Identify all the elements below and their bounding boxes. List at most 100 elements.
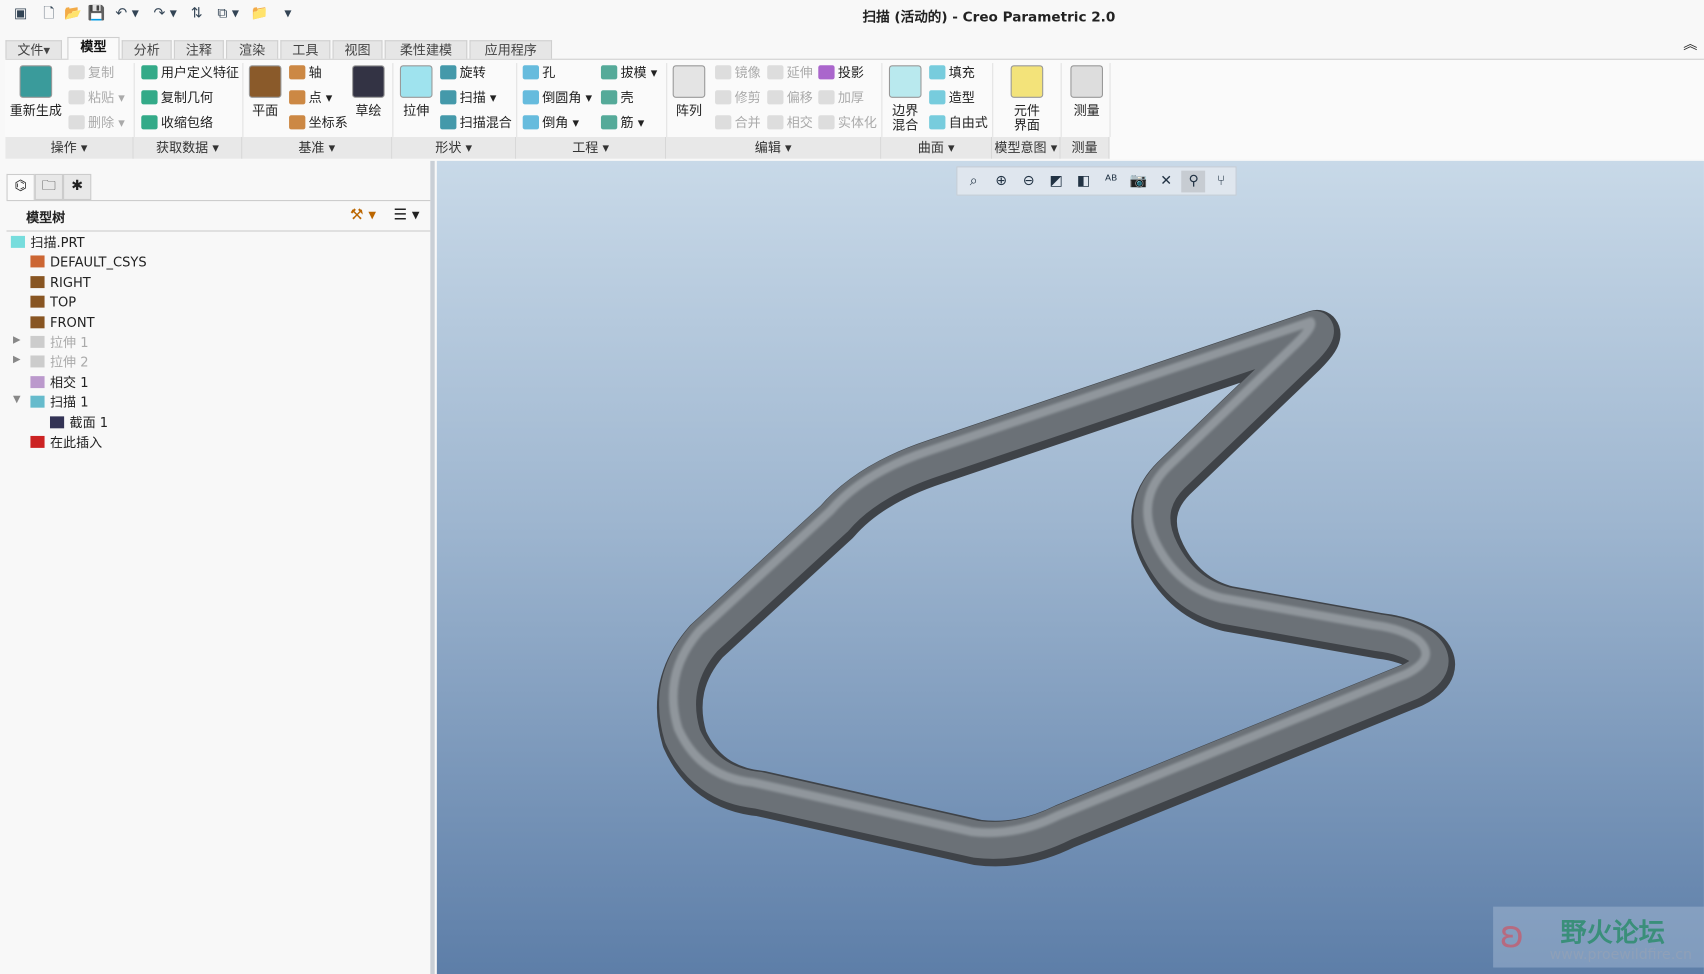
- ribbon-button-19[interactable]: 修剪: [715, 88, 761, 108]
- tab-3[interactable]: 注释: [173, 40, 224, 59]
- ribbon-button-15[interactable]: 拔模 ▾: [600, 63, 657, 83]
- ribbon-group-label-6[interactable]: 曲面 ▾: [881, 136, 993, 159]
- app-icon[interactable]: ▣: [11, 4, 31, 24]
- redo-icon[interactable]: ↷ ▾: [149, 4, 182, 24]
- ribbon-group-label-3[interactable]: 形状 ▾: [392, 136, 517, 159]
- ribbon-button-0[interactable]: 复制: [68, 63, 114, 83]
- big-button-icon: [19, 65, 53, 98]
- big-button-6[interactable]: 元件界面: [1006, 65, 1047, 132]
- tab-5[interactable]: 工具: [280, 40, 331, 59]
- datum-display-icon[interactable]: ✕: [1154, 171, 1178, 193]
- spin-center-icon[interactable]: ⑂: [1209, 171, 1233, 193]
- tab-4[interactable]: 渲染: [226, 40, 279, 59]
- big-button-0[interactable]: 重新生成: [9, 65, 63, 118]
- ribbon-group-label-8[interactable]: 测量: [1060, 136, 1110, 159]
- refit-icon[interactable]: ⌕: [962, 171, 986, 193]
- button-label: 孔: [542, 65, 556, 81]
- big-button-label: 拉伸: [403, 103, 430, 119]
- ribbon-button-17[interactable]: 筋 ▾: [600, 113, 644, 133]
- ribbon-button-23[interactable]: 相交: [767, 113, 813, 133]
- big-button-2[interactable]: 草绘: [348, 65, 389, 118]
- open-icon[interactable]: 📂: [63, 4, 83, 24]
- annotation-display-icon[interactable]: ⚲: [1181, 170, 1206, 193]
- customize-icon[interactable]: ▾: [278, 4, 298, 24]
- big-button-label: 阵列: [675, 103, 703, 119]
- ribbon-button-10[interactable]: 扫描 ▾: [440, 88, 496, 108]
- zoom-in-icon[interactable]: ⊕: [989, 171, 1013, 193]
- button-label: 镜像: [734, 65, 761, 81]
- group-separator: [1109, 63, 1111, 137]
- new-icon[interactable]: 🗋: [39, 4, 59, 24]
- save-icon[interactable]: 💾: [87, 4, 107, 24]
- ribbon-button-27[interactable]: 填充: [929, 63, 975, 83]
- button-label: 扫描 ▾: [459, 90, 497, 106]
- big-button-icon: [1010, 65, 1044, 98]
- tab-2[interactable]: 分析: [121, 40, 172, 59]
- ribbon-group-label-5[interactable]: 编辑 ▾: [666, 136, 882, 159]
- ribbon-group-label-4[interactable]: 工程 ▾: [516, 136, 667, 159]
- tab-0[interactable]: 文件▾: [5, 40, 62, 59]
- tab-8[interactable]: 应用程序: [469, 40, 553, 59]
- ribbon-button-29[interactable]: 自由式: [929, 113, 988, 133]
- big-button-7[interactable]: 测量: [1067, 65, 1106, 118]
- button-label: 坐标系: [308, 115, 348, 131]
- ribbon-button-20[interactable]: 合并: [715, 113, 761, 133]
- ribbon-button-13[interactable]: 倒圆角 ▾: [522, 88, 593, 108]
- tab-1[interactable]: 模型: [67, 36, 120, 60]
- big-button-label: 平面: [252, 103, 279, 119]
- undo-icon[interactable]: ↶ ▾: [111, 4, 144, 24]
- ribbon-button-25[interactable]: 加厚: [818, 88, 864, 108]
- ribbon-button-18[interactable]: 镜像: [715, 63, 761, 83]
- zoom-out-icon[interactable]: ⊖: [1017, 171, 1041, 193]
- ribbon-button-24[interactable]: 投影: [818, 63, 864, 83]
- regenerate-icon[interactable]: ⇅: [187, 4, 207, 24]
- ribbon-button-4[interactable]: 复制几何: [141, 88, 213, 108]
- ribbon-button-2[interactable]: 删除 ▾: [68, 113, 125, 133]
- big-button-1[interactable]: 平面: [246, 65, 285, 118]
- ribbon-button-21[interactable]: 延伸: [767, 63, 813, 83]
- view-manager-icon[interactable]: 📷: [1127, 171, 1151, 193]
- big-button-label: 元件界面: [1013, 103, 1040, 133]
- tab-label: 模型: [80, 39, 107, 55]
- ribbon-button-5[interactable]: 收缩包络: [141, 113, 213, 133]
- tab-label: 工具: [292, 42, 319, 58]
- ribbon-button-7[interactable]: 点 ▾: [289, 88, 332, 108]
- big-button-4[interactable]: 阵列: [670, 65, 707, 118]
- button-label: 粘贴 ▾: [88, 90, 125, 106]
- ribbon-button-9[interactable]: 旋转: [440, 63, 486, 83]
- button-label: 用户定义特征: [160, 65, 240, 81]
- button-icon: [715, 90, 732, 105]
- tab-label: 视图: [344, 42, 371, 58]
- tab-dropdown-icon: ▾: [43, 42, 51, 58]
- ribbon-group-label-1[interactable]: 获取数据 ▾: [133, 136, 243, 159]
- windows-icon[interactable]: ⧉ ▾: [212, 4, 245, 24]
- group-separator: [992, 63, 994, 137]
- ribbon-button-8[interactable]: 坐标系: [289, 113, 348, 133]
- ribbon-button-22[interactable]: 偏移: [767, 88, 813, 108]
- ribbon-button-12[interactable]: 孔: [522, 63, 556, 83]
- display-style-icon[interactable]: ◧: [1072, 171, 1096, 193]
- ribbon-button-28[interactable]: 造型: [929, 88, 975, 108]
- big-button-3[interactable]: 拉伸: [398, 65, 435, 118]
- repaint-icon[interactable]: ◩: [1044, 171, 1068, 193]
- ribbon-button-6[interactable]: 轴: [289, 63, 322, 83]
- big-button-icon: [888, 65, 922, 98]
- ribbon-group-label-0[interactable]: 操作 ▾: [5, 136, 134, 159]
- button-label: 倒角 ▾: [542, 115, 580, 131]
- ribbon-button-16[interactable]: 壳: [600, 88, 634, 108]
- tab-6[interactable]: 视图: [332, 40, 383, 59]
- button-icon: [141, 90, 158, 105]
- ribbon-group-label-7[interactable]: 模型意图 ▾: [992, 136, 1061, 159]
- ribbon-group-label-2[interactable]: 基准 ▾: [242, 136, 393, 159]
- ribbon-button-3[interactable]: 用户定义特征: [141, 63, 239, 83]
- ribbon-button-1[interactable]: 粘贴 ▾: [68, 88, 125, 108]
- close-window-icon[interactable]: 📁: [250, 4, 270, 24]
- button-label: 倒圆角 ▾: [542, 90, 593, 106]
- big-button-label: 重新生成: [9, 103, 62, 119]
- ribbon-button-11[interactable]: 扫描混合: [440, 113, 512, 133]
- ribbon-button-14[interactable]: 倒角 ▾: [522, 113, 580, 133]
- saved-orientations-icon[interactable]: ᴬᴮ: [1099, 171, 1123, 193]
- ribbon-button-26[interactable]: 实体化: [818, 113, 877, 133]
- big-button-5[interactable]: 边界混合: [885, 65, 926, 132]
- tab-7[interactable]: 柔性建模: [384, 40, 468, 59]
